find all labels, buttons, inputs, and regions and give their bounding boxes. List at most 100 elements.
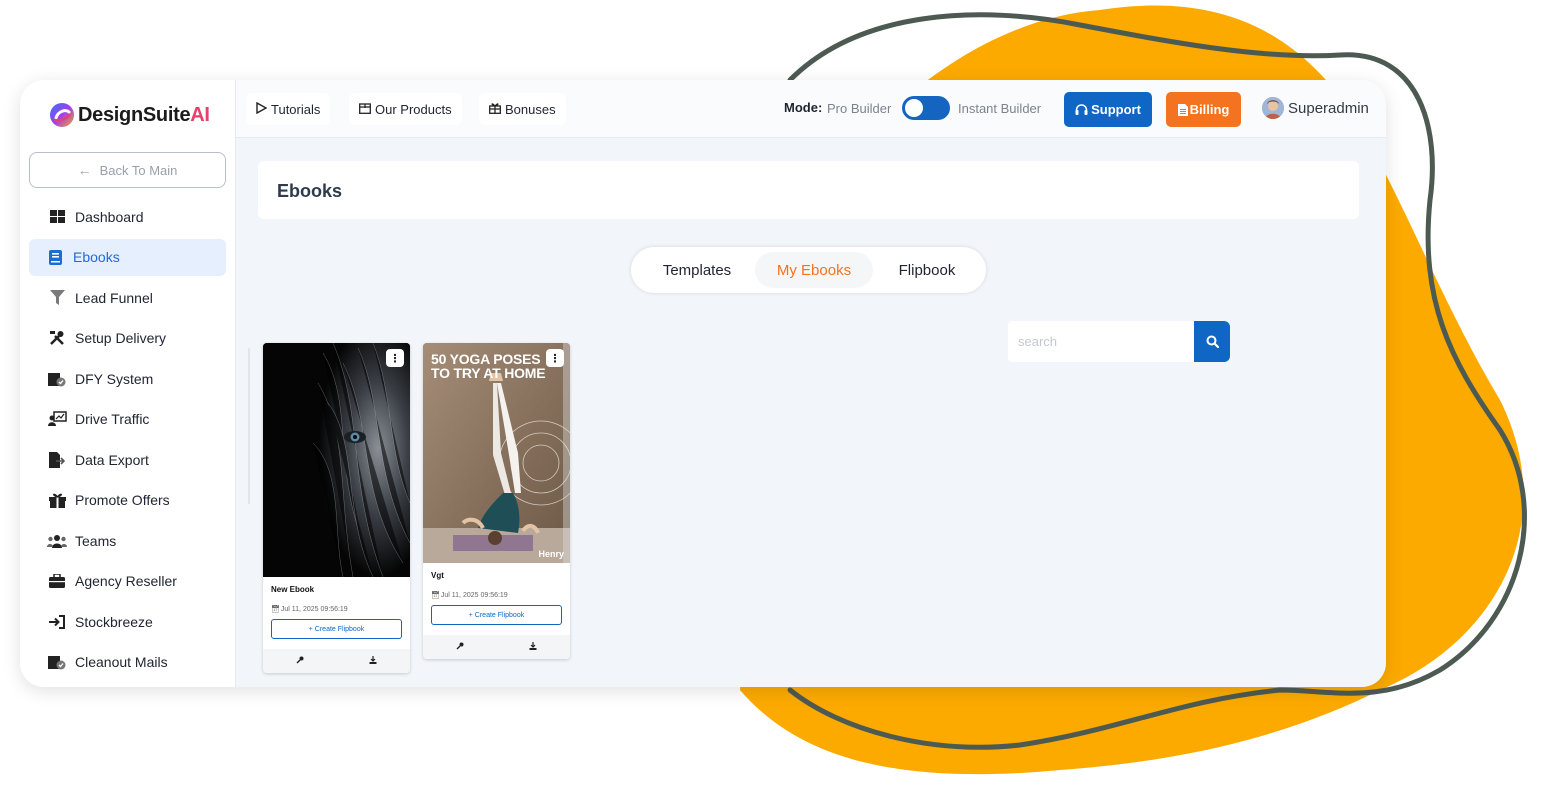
search-icon [1206,335,1219,348]
ebook-cover-image: ⋮ [263,343,410,577]
date-text: Jul 11, 2025 09:56:19 [280,605,348,613]
card-menu-button[interactable]: ⋮ [386,349,404,367]
sidebar-item-dfy-system[interactable]: DFY System [29,360,226,397]
key-icon[interactable] [456,642,464,652]
search-bar [1008,321,1230,362]
book-icon [45,248,65,266]
tab-templates[interactable]: Templates [643,252,751,288]
calendar-icon: 📅︎ [271,606,280,613]
mode-label: Mode: [784,100,823,115]
sidebar-item-promote-offers[interactable]: Promote Offers [29,482,226,519]
cover-title: 50 YOGA POSES TO TRY AT HOME [431,351,546,381]
tab-label: Flipbook [898,261,956,279]
search-input[interactable] [1008,321,1195,362]
download-icon[interactable] [529,642,537,652]
back-to-main-button[interactable]: ← Back To Main [29,152,226,188]
our-products-link[interactable]: Our Products [349,93,462,125]
card-body: Vgt 📅︎ Jul 11, 2025 09:56:19 + Create Fl… [423,563,570,625]
key-icon[interactable] [296,656,304,666]
sidebar-item-cleanout-mails[interactable]: Cleanout Mails [29,644,226,681]
app-window: DesignSuiteAI ← Back To Main Dashboard E… [20,80,1386,687]
sidebar-item-lead-funnel[interactable]: Lead Funnel [29,279,226,316]
bonuses-label: Bonuses [505,101,556,117]
calendar-icon: 📅︎ [431,592,440,599]
sidebar-item-label: Lead Funnel [75,289,153,306]
user-name: Superadmin [1288,99,1369,117]
sidebar-item-label: Drive Traffic [75,411,150,427]
dashboard-icon [47,208,67,226]
sidebar-item-label: Ebooks [73,249,120,265]
tab-flipbook[interactable]: Flipbook [877,252,977,288]
sidebar-item-drive-traffic[interactable]: Drive Traffic [29,401,226,438]
mode-instant-label: Instant Builder [958,101,1042,116]
sidebar-item-label: Teams [75,532,117,549]
card-footer [423,635,570,659]
invoice-icon [1177,103,1188,116]
arrow-left-icon: ← [77,162,92,178]
headset-icon [1075,103,1088,116]
download-icon[interactable] [369,656,377,666]
sidebar-item-dashboard[interactable]: Dashboard [29,198,226,235]
create-flipbook-button[interactable]: + Create Flipbook [431,605,562,625]
page-stage: DesignSuiteAI ← Back To Main Dashboard E… [0,0,1547,791]
tab-my-ebooks[interactable]: My Ebooks [755,252,873,288]
box-icon [359,102,371,117]
card-menu-button[interactable]: ⋮ [546,349,564,367]
sidebar-item-ebooks[interactable]: Ebooks [29,238,226,276]
sidebar-item-label: Promote Offers [75,492,170,508]
sidebar: DesignSuiteAI ← Back To Main Dashboard E… [20,80,236,687]
sidebar-item-label: DFY System [75,370,154,387]
sidebar-item-setup-delivery[interactable]: Setup Delivery [29,320,226,357]
tutorials-link[interactable]: Tutorials [246,93,331,125]
ebook-card[interactable]: ⋮ New Ebook 📅︎ Jul 11, 2025 09:56:19 + C… [263,343,410,673]
play-icon [256,101,268,117]
sidebar-item-data-export[interactable]: Data Export [29,441,226,478]
sign-in-icon [47,613,67,631]
sidebar-item-agency-reseller[interactable]: Agency Reseller [29,563,226,600]
ebook-card[interactable]: 50 YOGA POSES TO TRY AT HOME Henry ⋮ Vgt… [423,343,570,659]
sidebar-item-stockbreeze[interactable]: Stockbreeze [29,603,226,640]
sidebar-nav: Dashboard Ebooks Lead Funnel Setup Deliv… [29,198,226,684]
page-header: Ebooks [258,161,1359,219]
card-body: New Ebook 📅︎ Jul 11, 2025 09:56:19 + Cre… [263,577,410,639]
avatar [1262,97,1284,119]
products-label: Our Products [375,101,452,117]
export-icon [47,451,67,469]
sidebar-item-teams[interactable]: Teams [29,522,226,559]
team-icon [47,532,67,550]
ebook-cover-image: 50 YOGA POSES TO TRY AT HOME Henry ⋮ [423,343,570,563]
create-flipbook-button[interactable]: + Create Flipbook [271,619,402,639]
sidebar-item-label: Setup Delivery [75,330,167,346]
sidebar-item-label: Dashboard [75,208,144,225]
briefcase-icon [47,572,67,590]
tab-label: Templates [662,261,732,279]
tab-label: My Ebooks [776,261,852,279]
ebook-tabs: Templates My Ebooks Flipbook [631,247,986,293]
billing-label: Billing [1189,102,1230,117]
cover-author: Henry [538,549,564,559]
search-button[interactable] [1194,321,1230,362]
top-bar: Tutorials Our Products Bonuses Mode: Pro… [236,80,1386,138]
sidebar-item-label: Data Export [75,451,149,468]
billing-button[interactable]: Billing [1166,92,1241,127]
mode-pro-label: Pro Builder [827,101,892,116]
bonuses-link[interactable]: Bonuses [479,93,566,125]
ebook-date: 📅︎ Jul 11, 2025 09:56:19 [271,605,402,614]
back-label: Back To Main [99,162,178,178]
builder-mode-toggle[interactable] [902,96,950,120]
funnel-icon [47,289,67,307]
box-check-icon [47,653,67,671]
tutorials-label: Tutorials [271,101,321,117]
ebook-date: 📅︎ Jul 11, 2025 09:56:19 [431,591,562,600]
cover-art [263,343,410,577]
brand-logo[interactable]: DesignSuiteAI [48,100,210,130]
ebook-title: Vgt [431,571,444,580]
support-button[interactable]: Support [1064,92,1152,127]
gift-icon [47,491,67,509]
box-check-icon [47,370,67,388]
gift-icon [489,102,501,117]
support-label: Support [1091,102,1141,117]
sidebar-item-label: Stockbreeze [75,613,153,630]
page-title: Ebooks [277,181,343,201]
user-menu[interactable]: Superadmin [1262,97,1369,119]
